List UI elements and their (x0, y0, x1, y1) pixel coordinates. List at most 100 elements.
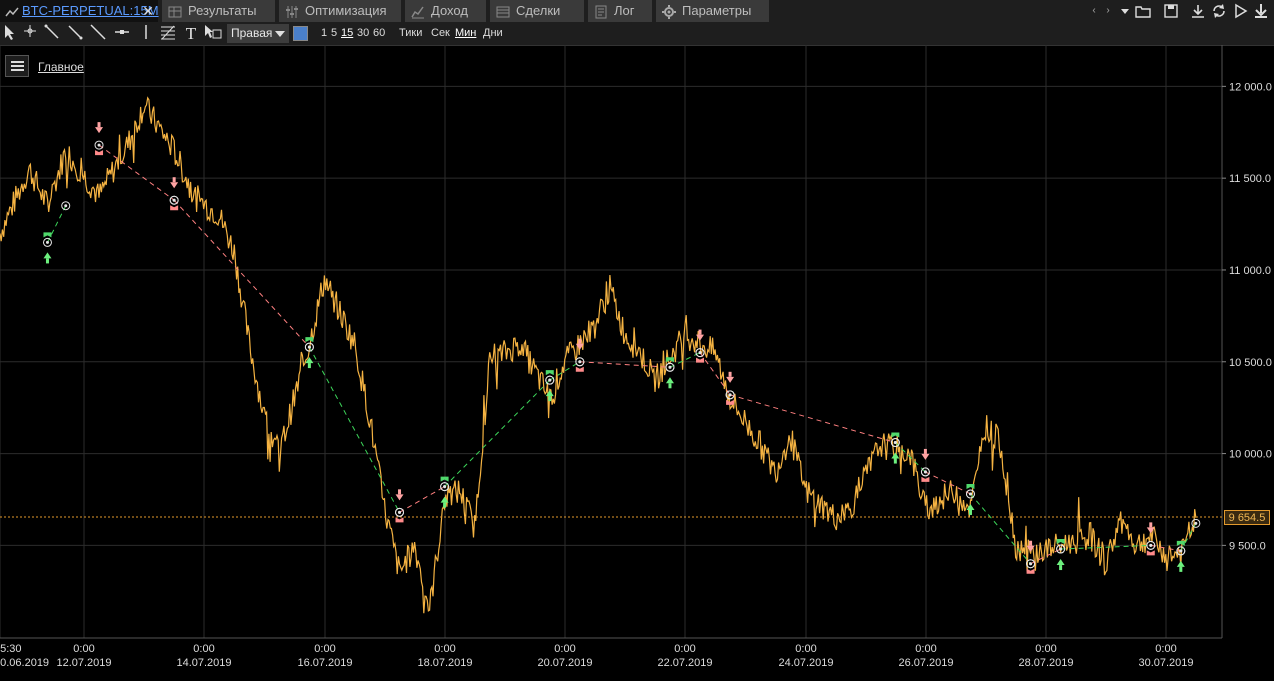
scroll-right-icon[interactable]: › (1100, 3, 1116, 19)
legend-menu-icon[interactable] (5, 55, 29, 77)
trade-marker-dot (578, 360, 582, 364)
x-tick-time: 0:00 (434, 643, 455, 655)
entry-flag-icon (43, 232, 52, 238)
trade-line (444, 379, 551, 487)
period-1[interactable]: 1 (321, 27, 327, 39)
chart-area-label[interactable]: Главное (38, 60, 84, 74)
period-15[interactable]: 15 (341, 27, 353, 39)
buy-arrow-icon (1059, 565, 1063, 571)
x-tick-date: 20.07.2019 (537, 657, 592, 669)
buy-arrow-icon (307, 363, 311, 369)
color-picker[interactable] (293, 26, 308, 41)
sell-arrow-icon (395, 494, 404, 501)
buy-arrow-icon (893, 458, 897, 464)
price-series-line (0, 96, 1197, 614)
optimization-icon (285, 4, 299, 18)
sell-arrow-icon (1029, 540, 1033, 546)
sell-arrow-icon (97, 122, 101, 128)
sell-arrow-icon (578, 338, 582, 344)
entry-flag-icon (1056, 539, 1065, 545)
unit-minutes[interactable]: Мин (455, 27, 476, 39)
cursor-icon[interactable] (0, 24, 20, 43)
sell-arrow-icon (728, 371, 732, 377)
income-chart-icon (411, 4, 425, 19)
unit-seconds[interactable]: Сек (431, 27, 450, 39)
horizontal-line-icon[interactable] (112, 24, 132, 43)
download-arrow-icon[interactable] (1253, 3, 1269, 19)
x-tick-date: 24.07.2019 (778, 657, 833, 669)
trade-marker-dot (307, 345, 311, 349)
x-tick-date: 30.07.2019 (1138, 657, 1193, 669)
tab-parameters[interactable]: Параметры (656, 0, 771, 22)
entry-flag-icon (726, 399, 735, 405)
log-icon (594, 4, 608, 19)
download-icon[interactable] (1190, 3, 1206, 19)
trade-line (970, 493, 1031, 565)
entry-flag-icon (696, 357, 705, 363)
tab-income[interactable]: Доход (405, 0, 488, 22)
y-tick-label: 11 500.0 (1229, 173, 1271, 185)
trade-marker-dot (1194, 521, 1198, 525)
unit-ticks[interactable]: Тики (399, 27, 422, 39)
period-60[interactable]: 60 (373, 27, 385, 39)
tab-label: Результаты (188, 3, 257, 18)
trade-marker-dot (893, 441, 897, 445)
entry-flag-icon (921, 476, 930, 482)
sell-arrow-icon (726, 376, 735, 383)
buy-arrow-icon (1056, 559, 1065, 566)
period-5[interactable]: 5 (331, 27, 337, 39)
text-tool-icon[interactable]: T (181, 24, 201, 43)
crosshair-icon[interactable] (20, 24, 40, 43)
trade-line (1060, 544, 1151, 550)
axis-side-select[interactable]: Правая (227, 24, 289, 43)
entry-flag-icon (305, 337, 314, 343)
buy-arrow-icon (665, 377, 674, 384)
trade-marker-dot (64, 204, 68, 208)
trade-marker-dot (1179, 549, 1183, 553)
unit-days[interactable]: Дни (483, 27, 503, 39)
x-tick-time: 15:30 (0, 643, 22, 655)
chart-icon (5, 4, 19, 18)
vertical-line-icon[interactable] (136, 24, 156, 43)
ray-icon[interactable] (65, 24, 85, 43)
x-tick-time: 0:00 (193, 643, 214, 655)
trade-marker-dot (398, 510, 402, 514)
x-tick-time: 0:00 (314, 643, 335, 655)
tab-label: Параметры (682, 3, 752, 18)
y-tick-label: 11 000.0 (1229, 265, 1271, 277)
save-icon[interactable] (1163, 3, 1179, 19)
trade-line (579, 361, 671, 368)
open-folder-icon[interactable] (1135, 3, 1151, 19)
refresh-icon[interactable] (1211, 3, 1227, 19)
play-icon[interactable] (1233, 3, 1249, 19)
dropdown-icon[interactable] (1117, 3, 1133, 19)
sell-arrow-icon (1149, 522, 1153, 528)
trendline-icon[interactable] (42, 24, 62, 43)
axis-side-value: Правая (231, 26, 273, 40)
tab-optimization[interactable]: Оптимизация (279, 0, 403, 22)
select-tool-icon[interactable] (203, 24, 223, 43)
trade-marker-dot (923, 470, 927, 474)
fibonacci-icon[interactable] (158, 24, 178, 43)
trade-marker-dot (97, 143, 101, 147)
entry-flag-icon (170, 205, 179, 211)
period-30[interactable]: 30 (357, 27, 369, 39)
close-icon[interactable]: ✕ (142, 0, 154, 22)
buy-arrow-icon (45, 258, 49, 264)
tab-chart[interactable]: BTC-PERPETUAL:15M ✕ (0, 0, 160, 22)
sell-arrow-icon (698, 329, 702, 335)
tab-results[interactable]: Результаты (162, 0, 277, 22)
trade-marker-dot (668, 365, 672, 369)
trade-marker-dot (1029, 562, 1033, 566)
y-tick-label: 10 500.0 (1229, 357, 1272, 369)
x-tick-time: 0:00 (915, 643, 936, 655)
price-chart[interactable]: 12 000.0 11 500.0 11 000.0 10 500.0 10 000.0… (0, 45, 1274, 676)
x-tick-date: 22.07.2019 (657, 657, 712, 669)
tab-trades[interactable]: Сделки (490, 0, 586, 22)
x-tick-date: 18.07.2019 (417, 657, 472, 669)
trade-line (47, 205, 67, 243)
price-chart-area[interactable]: 12 000.0 11 500.0 11 000.0 10 500.0 10 000.0… (0, 45, 1274, 676)
x-tick-time: 0:00 (674, 643, 695, 655)
extended-line-icon[interactable] (88, 24, 108, 43)
tab-log[interactable]: Лог (588, 0, 654, 22)
